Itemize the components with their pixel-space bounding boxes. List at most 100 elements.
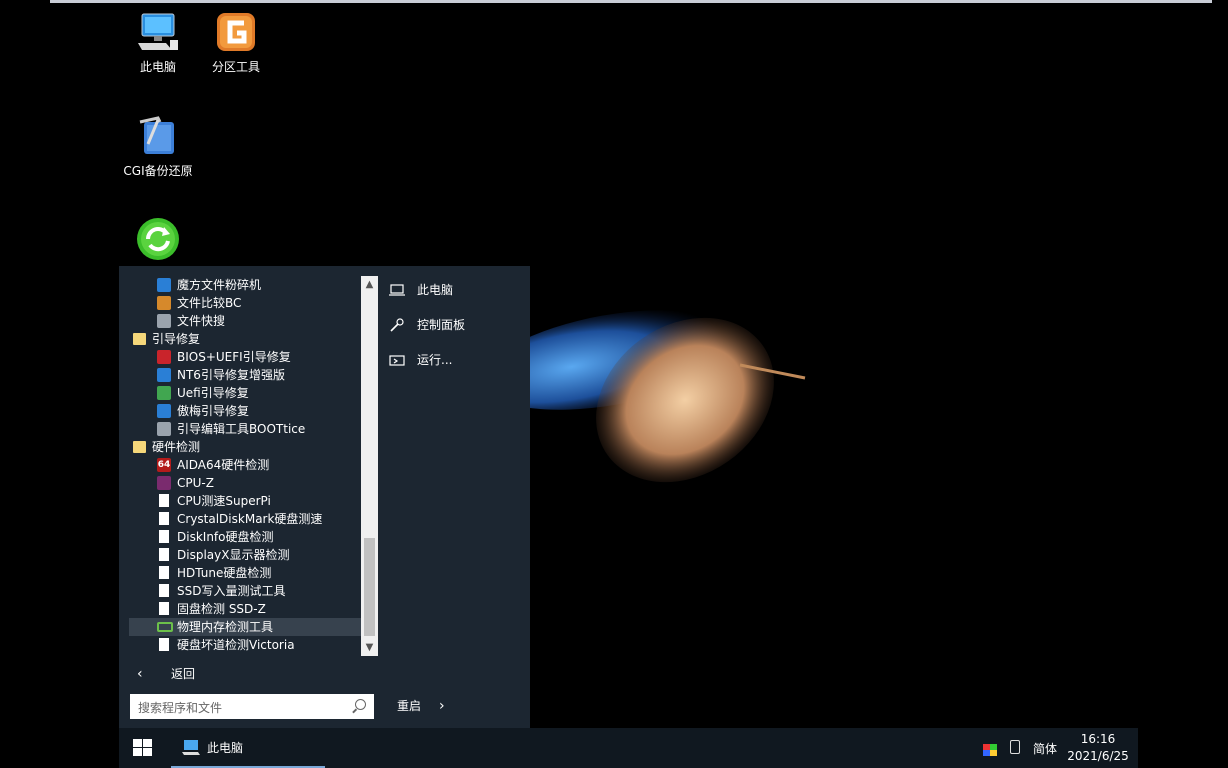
bootice-icon xyxy=(157,421,171,436)
list-item[interactable]: 引导编辑工具BOOTtice xyxy=(129,420,377,438)
list-item-label: CPU测速SuperPi xyxy=(177,494,271,508)
top-border-line xyxy=(50,0,1212,3)
clock[interactable]: 16:16 2021/6/25 xyxy=(1059,731,1137,765)
scroll-down-arrow-icon[interactable]: ▼ xyxy=(361,639,378,656)
list-item-label: 引导编辑工具BOOTtice xyxy=(177,422,306,436)
run-icon xyxy=(389,353,405,367)
partition-tool-icon xyxy=(214,10,258,54)
folder-icon xyxy=(133,332,146,345)
usb-drive-icon[interactable] xyxy=(1010,740,1020,754)
list-item-label: 文件比较BC xyxy=(177,296,242,310)
show-desktop-area[interactable] xyxy=(1138,728,1228,768)
list-item[interactable]: HDTune硬盘检测 xyxy=(129,564,377,582)
list-item[interactable]: CPU-Z xyxy=(129,474,377,492)
bios-icon xyxy=(157,349,171,364)
wrench-icon xyxy=(389,318,405,332)
compare-icon xyxy=(157,295,171,310)
color-palette-icon[interactable] xyxy=(983,741,997,756)
uefi-icon xyxy=(157,385,171,400)
list-item[interactable]: 傲梅引导修复 xyxy=(129,402,377,420)
taskbar-item-this-pc[interactable]: 此电脑 xyxy=(171,728,325,768)
list-item-label: DisplayX显示器检测 xyxy=(177,548,290,562)
search-file-icon xyxy=(157,313,171,328)
folder-icon xyxy=(133,440,146,453)
chevron-right-icon[interactable]: › xyxy=(439,696,445,716)
list-item[interactable]: DisplayX显示器检测 xyxy=(129,546,377,564)
language-indicator[interactable]: 简体 xyxy=(1033,740,1057,757)
computer-icon xyxy=(136,10,180,54)
list-item[interactable]: CPU测速SuperPi xyxy=(129,492,377,510)
search-input[interactable] xyxy=(136,695,355,720)
desktop-icon-label: 此电脑 xyxy=(139,60,176,74)
document-icon xyxy=(159,512,169,525)
taskbar-item-label: 此电脑 xyxy=(207,741,244,755)
list-item-label: 引导修复 xyxy=(152,332,201,346)
list-item[interactable]: SSD写入量测试工具 xyxy=(129,582,377,600)
folder-item[interactable]: 引导修复 xyxy=(129,330,377,348)
desktop-icon-cgi-backup[interactable]: CGI备份还原 xyxy=(116,108,200,179)
document-icon xyxy=(159,530,169,543)
list-item-label: Uefi引导修复 xyxy=(177,386,249,400)
windows-start-icon[interactable] xyxy=(133,739,153,757)
list-item-label: 文件快搜 xyxy=(177,314,226,328)
search-icon[interactable] xyxy=(355,699,366,710)
wrench-icon xyxy=(157,367,171,382)
scroll-thumb[interactable] xyxy=(364,538,375,636)
right-item-label: 此电脑 xyxy=(417,283,454,297)
document-icon xyxy=(159,638,169,651)
start-menu: 魔方文件粉碎机 文件比较BC 文件快搜 引导修复 BIOS+UEFI引导修复 N… xyxy=(119,266,530,728)
memory-icon xyxy=(157,621,173,632)
wallpaper-feather-image xyxy=(481,310,806,483)
list-item-label: HDTune硬盘检测 xyxy=(177,566,272,580)
backup-restore-icon xyxy=(136,114,180,158)
green-refresh-icon xyxy=(136,217,180,261)
list-item[interactable]: 文件快搜 xyxy=(129,312,377,330)
list-item[interactable]: 文件比较BC xyxy=(129,294,377,312)
laptop-icon xyxy=(389,283,405,297)
desktop-icon-this-pc[interactable]: 此电脑 xyxy=(116,4,200,75)
list-item-label: CrystalDiskMark硬盘测速 xyxy=(177,512,323,526)
list-item[interactable]: 硬盘坏道检测Victoria xyxy=(129,636,377,654)
list-item[interactable]: NT6引导修复增强版 xyxy=(129,366,377,384)
list-item-label: 硬件检测 xyxy=(152,440,201,454)
list-item-label: NT6引导修复增强版 xyxy=(177,368,285,382)
list-item[interactable]: 固盘检测 SSD-Z xyxy=(129,600,377,618)
clock-date: 2021/6/25 xyxy=(1067,749,1129,763)
list-item-selected[interactable]: 物理内存检测工具 xyxy=(129,618,377,636)
app-list: 魔方文件粉碎机 文件比较BC 文件快搜 引导修复 BIOS+UEFI引导修复 N… xyxy=(129,276,377,656)
list-item-label: CPU-Z xyxy=(177,476,214,490)
list-item-label: 硬盘坏道检测Victoria xyxy=(177,638,295,652)
document-icon xyxy=(159,566,169,579)
list-item[interactable]: 64 AIDA64硬件检测 xyxy=(129,456,377,474)
list-item-label: 物理内存检测工具 xyxy=(177,620,274,634)
computer-icon xyxy=(181,739,201,755)
folder-item[interactable]: 硬件检测 xyxy=(129,438,377,456)
back-button[interactable]: ‹ 返回 xyxy=(129,664,369,684)
list-item-label: BIOS+UEFI引导修复 xyxy=(177,350,291,364)
list-item[interactable]: 魔方文件粉碎机 xyxy=(129,276,377,294)
list-item-label: 傲梅引导修复 xyxy=(177,404,250,418)
list-item[interactable]: DiskInfo硬盘检测 xyxy=(129,528,377,546)
list-item-label: DiskInfo硬盘检测 xyxy=(177,530,274,544)
list-item-label: SSD写入量测试工具 xyxy=(177,584,286,598)
scroll-up-arrow-icon[interactable]: ▲ xyxy=(361,276,378,293)
list-item[interactable]: CrystalDiskMark硬盘测速 xyxy=(129,510,377,528)
back-label: 返回 xyxy=(171,667,196,681)
list-item-label: 固盘检测 SSD-Z xyxy=(177,602,266,616)
document-icon xyxy=(159,602,169,615)
restart-button[interactable]: 重启 xyxy=(397,696,421,716)
document-icon xyxy=(159,494,169,507)
desktop-icon-partition-tool[interactable]: 分区工具 xyxy=(194,4,278,75)
desktop-icon-green-app[interactable] xyxy=(116,211,200,265)
file-shredder-icon xyxy=(157,277,171,292)
clock-time: 16:16 xyxy=(1080,732,1116,746)
desktop-icon-label: CGI备份还原 xyxy=(123,164,193,178)
cpuz-icon xyxy=(157,475,171,490)
desktop-icon-label: 分区工具 xyxy=(211,60,260,74)
search-box[interactable] xyxy=(130,694,374,720)
document-icon xyxy=(159,584,169,597)
list-item[interactable]: BIOS+UEFI引导修复 xyxy=(129,348,377,366)
list-item[interactable]: Uefi引导修复 xyxy=(129,384,377,402)
aida64-icon: 64 xyxy=(157,457,171,472)
app-list-scrollbar[interactable]: ▲ ▼ xyxy=(361,276,378,656)
